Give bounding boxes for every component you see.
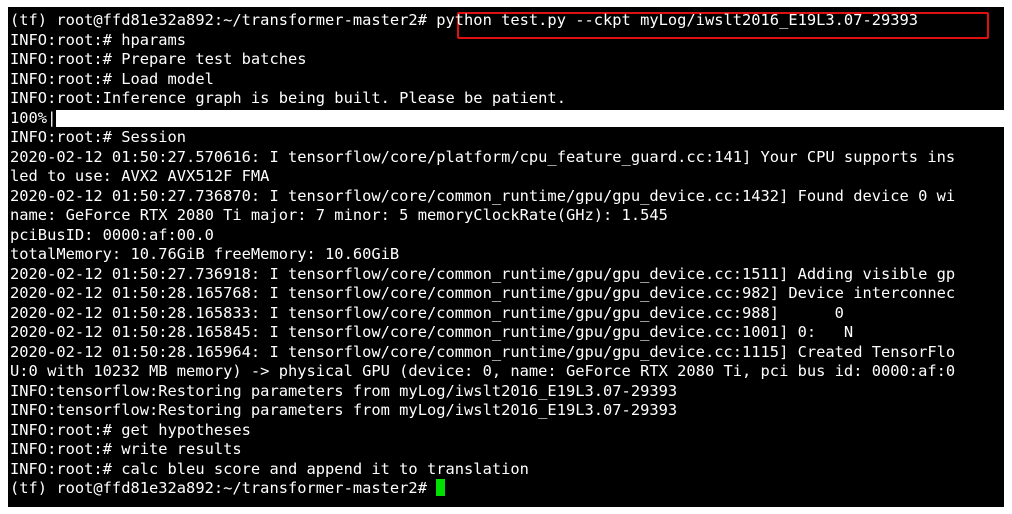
- log-text: 2020-02-12 01:50:28.165964: I tensorflow…: [10, 342, 956, 361]
- log-text: pciBusID: 0000:af:00.0: [10, 225, 214, 244]
- log-text: 2020-02-12 01:50:27.736870: I tensorflow…: [10, 186, 956, 205]
- log-text: U:0 with 10232 MB memory) -> physical GP…: [10, 362, 956, 380]
- log-text: INFO:root:# calc bleu score and append i…: [10, 459, 529, 478]
- log-text: led to use: AVX2 AVX512F FMA: [10, 167, 270, 185]
- terminal-cursor[interactable]: [436, 479, 446, 496]
- log-text: INFO:root:# write results: [10, 440, 242, 458]
- log-line: 2020-02-12 01:50:27.736870: I tensorflow…: [10, 187, 1004, 207]
- log-text: INFO:tensorflow:Restoring parameters fro…: [10, 381, 678, 400]
- log-text: 2020-02-12 01:50:28.165833: I tensorflow…: [10, 303, 844, 322]
- log-text: INFO:root:# Session: [10, 128, 187, 146]
- log-line: INFO:root:# hparams: [10, 31, 1004, 51]
- log-line: 2020-02-12 01:50:28.165768: I tensorflow…: [10, 284, 1004, 304]
- log-text: totalMemory: 10.76GiB freeMemory: 10.60G…: [10, 245, 400, 263]
- log-line: INFO:root:# get hypotheses: [10, 421, 1004, 441]
- log-line: 2020-02-12 01:50:28.165845: I tensorflow…: [10, 323, 1004, 343]
- prompt-line: (tf) root@ffd81e32a892:~/transformer-mas…: [10, 11, 1004, 31]
- log-text: 2020-02-12 01:50:28.165768: I tensorflow…: [10, 284, 956, 302]
- log-line: U:0 with 10232 MB memory) -> physical GP…: [10, 362, 1004, 382]
- log-text: INFO:tensorflow:Restoring parameters fro…: [10, 401, 678, 419]
- log-text: 2020-02-12 01:50:27.736918: I tensorflow…: [10, 264, 956, 283]
- shell-prompt: (tf) root@ffd81e32a892:~/transformer-mas…: [10, 11, 437, 29]
- log-line: INFO:root:Inference graph is being built…: [10, 89, 1004, 109]
- log-text: INFO:root:# Prepare test batches: [10, 50, 307, 68]
- log-text: INFO:root:# hparams: [10, 30, 187, 49]
- log-line: INFO:root:# Load model: [10, 70, 1004, 90]
- progress-fill: [56, 109, 1004, 127]
- log-text: INFO:root:Inference graph is being built…: [10, 89, 566, 107]
- log-line: totalMemory: 10.76GiB freeMemory: 10.60G…: [10, 245, 1004, 265]
- log-line: name: GeForce RTX 2080 Ti major: 7 minor…: [10, 206, 1004, 226]
- log-line: INFO:tensorflow:Restoring parameters fro…: [10, 382, 1004, 402]
- log-line: pciBusID: 0000:af:00.0: [10, 226, 1004, 246]
- terminal-output: (tf) root@ffd81e32a892:~/transformer-mas…: [10, 11, 1004, 499]
- progress-bar: 100%|: [10, 109, 1004, 129]
- log-line: INFO:root:# write results: [10, 440, 1004, 460]
- shell-prompt: (tf) root@ffd81e32a892:~/transformer-mas…: [10, 479, 437, 497]
- log-text: 2020-02-12 01:50:28.165845: I tensorflow…: [10, 323, 854, 341]
- log-line: 2020-02-12 01:50:28.165964: I tensorflow…: [10, 343, 1004, 363]
- log-line: INFO:root:# Prepare test batches: [10, 50, 1004, 70]
- progress-label: 100%|: [10, 108, 57, 127]
- log-text: INFO:root:# get hypotheses: [10, 420, 251, 439]
- log-text: 2020-02-12 01:50:27.570616: I tensorflow…: [10, 147, 956, 166]
- log-text: INFO:root:# Load model: [10, 69, 214, 88]
- terminal-window[interactable]: (tf) root@ffd81e32a892:~/transformer-mas…: [8, 7, 1004, 507]
- log-line: INFO:root:# Session: [10, 128, 1004, 148]
- prompt-line-current: (tf) root@ffd81e32a892:~/transformer-mas…: [10, 479, 1004, 499]
- log-line: led to use: AVX2 AVX512F FMA: [10, 167, 1004, 187]
- log-line: INFO:tensorflow:Restoring parameters fro…: [10, 401, 1004, 421]
- shell-command: python test.py --ckpt myLog/iwslt2016_E1…: [436, 11, 919, 29]
- log-line: 2020-02-12 01:50:27.570616: I tensorflow…: [10, 148, 1004, 168]
- log-line: 2020-02-12 01:50:27.736918: I tensorflow…: [10, 265, 1004, 285]
- log-text: name: GeForce RTX 2080 Ti major: 7 minor…: [10, 206, 668, 224]
- log-line: INFO:root:# calc bleu score and append i…: [10, 460, 1004, 480]
- progress-line: 100%|: [10, 109, 1004, 129]
- log-line: 2020-02-12 01:50:28.165833: I tensorflow…: [10, 304, 1004, 324]
